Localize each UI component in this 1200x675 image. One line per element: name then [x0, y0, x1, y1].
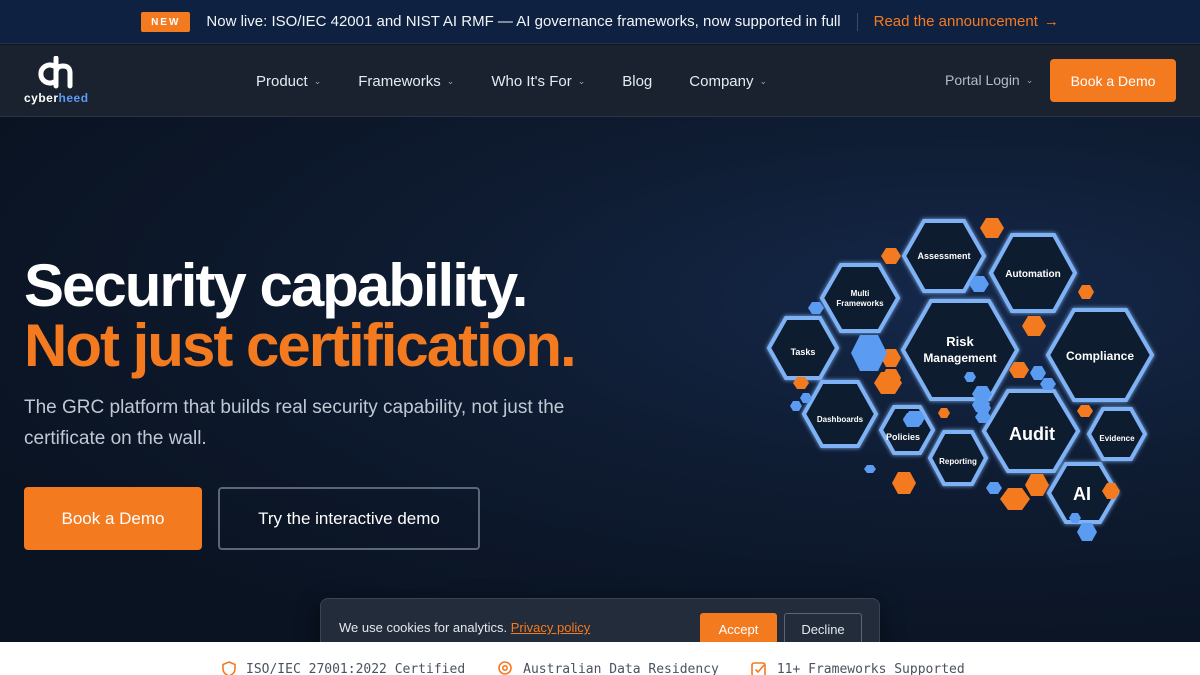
location-pin-icon	[498, 661, 512, 675]
hex-label-multi-2: Frameworks	[836, 299, 884, 308]
nav-item-label: Blog	[622, 72, 653, 90]
nav-item-product[interactable]: Product ⌄	[256, 73, 321, 90]
trust-item-label: ISO/IEC 27001:2022 Certified	[246, 661, 466, 675]
accept-cookies-button[interactable]: Accept	[700, 613, 777, 645]
hex-label-tasks: Tasks	[791, 347, 816, 357]
hex-label-multi-1: Multi	[851, 289, 870, 298]
chevron-down-icon: ⌄	[313, 75, 322, 86]
hex-multi-frameworks	[819, 263, 901, 333]
trust-item-frameworks: 11+ Frameworks Supported	[751, 661, 965, 675]
decline-cookies-button[interactable]: Decline	[784, 613, 862, 645]
read-announcement-link[interactable]: Read the announcement →	[874, 13, 1059, 30]
nav-item-label: Frameworks	[358, 72, 441, 90]
try-interactive-demo-button[interactable]: Try the interactive demo	[218, 487, 480, 550]
nav-item-blog[interactable]: Blog	[622, 73, 652, 90]
portal-login-dropdown[interactable]: Portal Login ⌄	[945, 72, 1033, 88]
nav-item-label: Who It's For	[491, 72, 572, 90]
shield-icon	[222, 661, 236, 675]
cookie-text: We use cookies for analytics.	[339, 620, 508, 635]
logo-wordmark: cyberheed	[24, 91, 89, 105]
hex-risk-management	[900, 299, 1020, 401]
hex-label-audit: Audit	[1009, 424, 1055, 444]
nav-item-label: Product	[256, 72, 308, 90]
trust-item-label: 11+ Frameworks Supported	[776, 661, 965, 675]
trust-item-residency: Australian Data Residency	[497, 661, 719, 675]
logo-word-heed: heed	[58, 91, 89, 105]
hero-section: Security capability. Not just certificat…	[0, 117, 1200, 642]
new-badge: NEW	[141, 11, 191, 32]
trust-item-label: Australian Data Residency	[523, 661, 719, 675]
privacy-policy-link[interactable]: Privacy policy	[511, 620, 590, 635]
hero-headline-line-2: Not just certification.	[24, 312, 577, 379]
trust-item-iso: ISO/IEC 27001:2022 Certified	[222, 661, 465, 675]
nav-links: Product ⌄ Frameworks ⌄ Who It's For ⌄ Bl…	[256, 45, 804, 117]
hex-label-ai: AI	[1073, 484, 1091, 504]
announcement-bar: NEW Now live: ISO/IEC 42001 and NIST AI …	[0, 0, 1200, 44]
cookie-message: We use cookies for analytics. Privacy po…	[339, 620, 590, 635]
hex-label-reporting: Reporting	[939, 457, 977, 466]
hex-feature-map: Assessment Automation Multi Frameworks R…	[766, 218, 1155, 541]
trust-strip: ISO/IEC 27001:2022 Certified Australian …	[0, 642, 1200, 675]
hex-label-evidence: Evidence	[1099, 434, 1135, 443]
chevron-down-icon: ⌄	[446, 75, 455, 86]
hex-dashboards	[801, 380, 879, 448]
hex-label-assessment: Assessment	[917, 251, 970, 261]
logo-mark-icon	[38, 55, 73, 89]
nav-item-company[interactable]: Company ⌄	[689, 73, 767, 90]
chevron-down-icon: ⌄	[759, 75, 768, 86]
hex-label-policies: Policies	[886, 432, 920, 442]
portal-login-label: Portal Login	[945, 72, 1020, 88]
arrow-right-icon: →	[1043, 13, 1059, 30]
hex-solid-blue	[851, 335, 887, 371]
trust-items: ISO/IEC 27001:2022 Certified Australian …	[222, 661, 965, 675]
logo-word-cyber: cyber	[24, 91, 59, 105]
nav-book-demo-button[interactable]: Book a Demo	[1050, 59, 1176, 102]
chevron-down-icon: ⌄	[577, 75, 586, 86]
hex-label-automation: Automation	[1005, 269, 1061, 280]
main-nav: cyberheed Product ⌄ Frameworks ⌄ Who It'…	[0, 45, 1200, 117]
checkbox-icon	[751, 662, 766, 675]
hex-label-dashboards: Dashboards	[817, 415, 864, 424]
announcement-divider	[856, 12, 858, 31]
hex-label-compliance: Compliance	[1066, 349, 1134, 363]
read-announcement-label: Read the announcement	[873, 13, 1038, 30]
announcement-text: Now live: ISO/IEC 42001 and NIST AI RMF …	[206, 13, 841, 30]
cyberheed-logo[interactable]: cyberheed	[24, 55, 90, 106]
nav-item-who-its-for[interactable]: Who It's For ⌄	[491, 73, 585, 90]
hero-subtitle: The GRC platform that builds real securi…	[24, 397, 565, 449]
nav-item-label: Company	[689, 72, 754, 90]
hero-headline-line-1: Security capability.	[24, 252, 528, 319]
hex-label-risk-2: Management	[923, 351, 996, 365]
hero-book-demo-button[interactable]: Book a Demo	[24, 487, 202, 550]
nav-item-frameworks[interactable]: Frameworks ⌄	[358, 73, 454, 90]
chevron-down-icon: ⌄	[1025, 74, 1034, 85]
hex-label-risk-1: Risk	[946, 334, 974, 349]
